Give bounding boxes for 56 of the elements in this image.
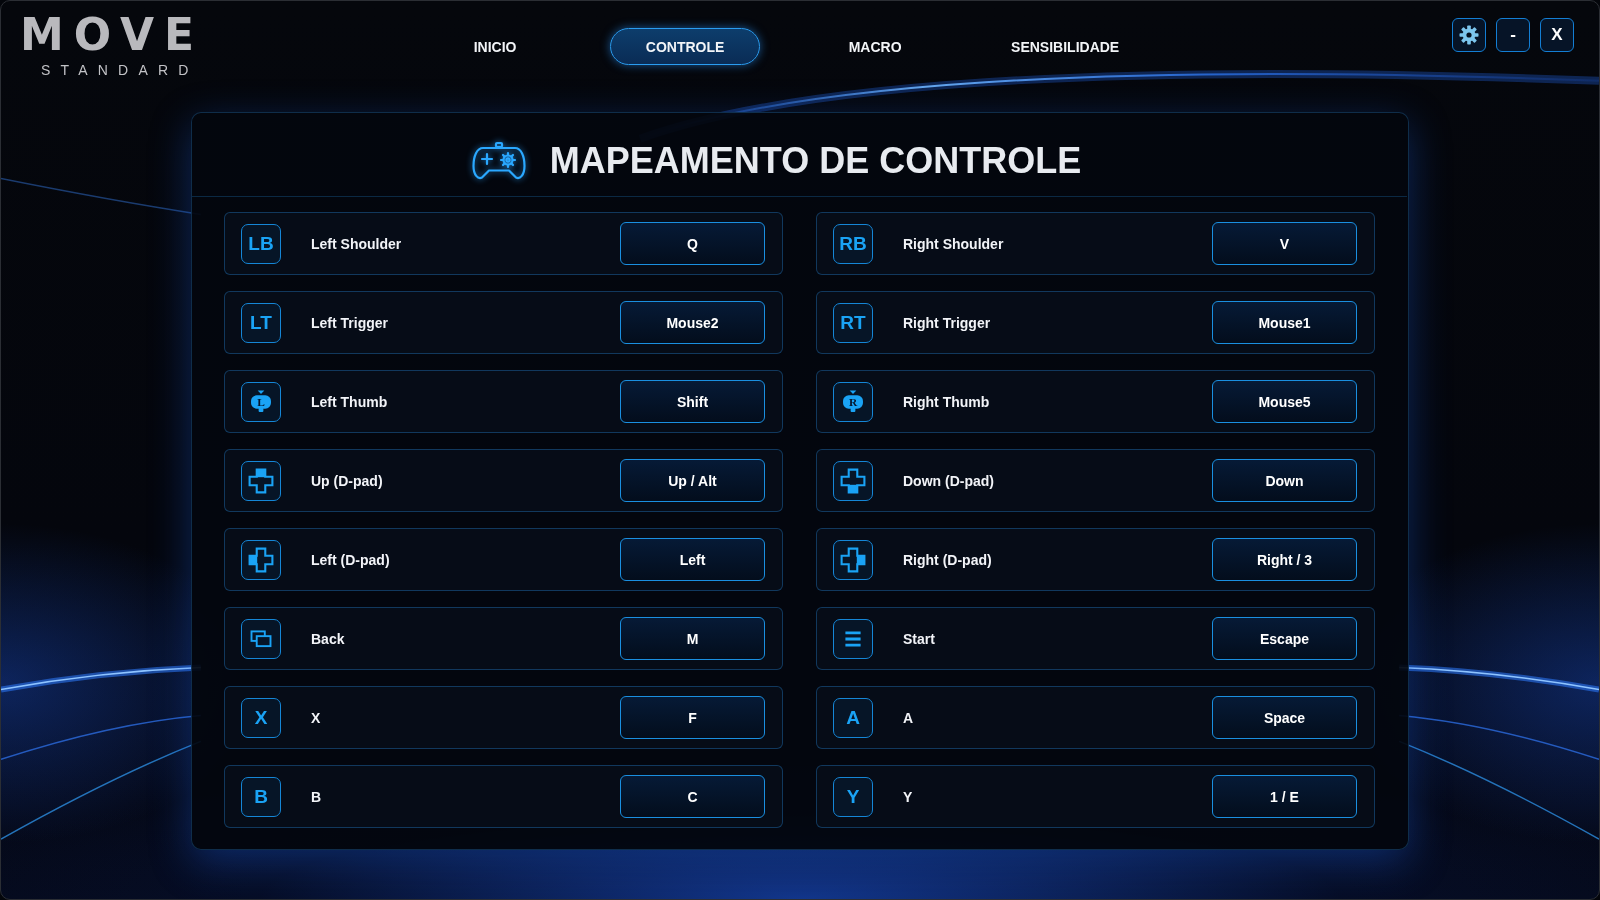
close-button[interactable]: X [1540, 18, 1574, 52]
logo-tagline: STANDARD [41, 62, 200, 78]
binding-label: Y [903, 788, 914, 805]
thumbstick-icon: L [241, 381, 281, 422]
binding-label: A [903, 709, 915, 726]
binding-label: Right Trigger [903, 314, 992, 331]
binding-label: B [311, 788, 323, 805]
binding-label: Back [311, 630, 346, 647]
binding-label: Left Trigger [311, 314, 389, 331]
key-binding-button[interactable]: Mouse2 [620, 301, 765, 344]
key-binding-button[interactable]: Up / Alt [620, 459, 765, 502]
nav-tab[interactable]: MACRO [800, 28, 951, 65]
binding-label: Down (D-pad) [903, 472, 995, 489]
binding-label: Right Shoulder [903, 235, 1005, 252]
binding-label: Left Shoulder [311, 235, 403, 252]
gear-icon [1459, 25, 1479, 45]
binding-label: Left Thumb [311, 393, 389, 410]
key-binding-button[interactable]: Mouse5 [1212, 380, 1357, 423]
gamepad-button-tile: B [241, 776, 281, 817]
key-binding-button[interactable]: Escape [1212, 617, 1357, 660]
binding-label: Right Thumb [903, 393, 991, 410]
key-binding-button[interactable]: C [620, 775, 765, 818]
key-binding-button[interactable]: Q [620, 222, 765, 265]
nav-tab[interactable]: SENSIBILIDADE [990, 28, 1141, 65]
key-binding-button[interactable]: 1 / E [1212, 775, 1357, 818]
gamepad-button-tile: Y [833, 776, 873, 817]
key-binding-button[interactable]: Mouse1 [1212, 301, 1357, 344]
binding-label: Start [903, 630, 936, 647]
overlapping-rectangles-icon [241, 618, 281, 659]
binding-label: X [311, 709, 322, 726]
gamepad-gear-icon [471, 140, 526, 181]
logo-wordmark: MOVE [20, 14, 205, 56]
gamepad-button-tile: LT [241, 302, 281, 343]
minimize-button[interactable]: - [1496, 18, 1530, 52]
key-binding-button[interactable]: Down [1212, 459, 1357, 502]
gamepad-button-tile: LB [241, 223, 281, 264]
key-binding-button[interactable]: V [1212, 222, 1357, 265]
key-binding-button[interactable]: Shift [620, 380, 765, 423]
gamepad-button-tile: RT [833, 302, 873, 343]
key-binding-button[interactable]: M [620, 617, 765, 660]
key-binding-button[interactable]: Space [1212, 696, 1357, 739]
key-binding-button[interactable]: Left [620, 538, 765, 581]
nav-tab[interactable]: CONTROLE [610, 28, 761, 65]
menu-icon [833, 618, 873, 659]
gamepad-button-tile: A [833, 697, 873, 738]
gamepad-button-tile: RB [833, 223, 873, 264]
gamepad-button-tile: X [241, 697, 281, 738]
nav-tab[interactable]: INICIO [420, 28, 571, 65]
binding-label: Left (D-pad) [311, 551, 391, 568]
panel-title: MAPEAMENTO DE CONTROLE [549, 138, 1082, 183]
binding-label: Right (D-pad) [903, 551, 993, 568]
key-binding-button[interactable]: Right / 3 [1212, 538, 1357, 581]
thumbstick-icon: R [833, 381, 873, 422]
key-binding-button[interactable]: F [620, 696, 765, 739]
binding-label: Up (D-pad) [311, 472, 384, 489]
settings-button[interactable] [1452, 18, 1486, 52]
